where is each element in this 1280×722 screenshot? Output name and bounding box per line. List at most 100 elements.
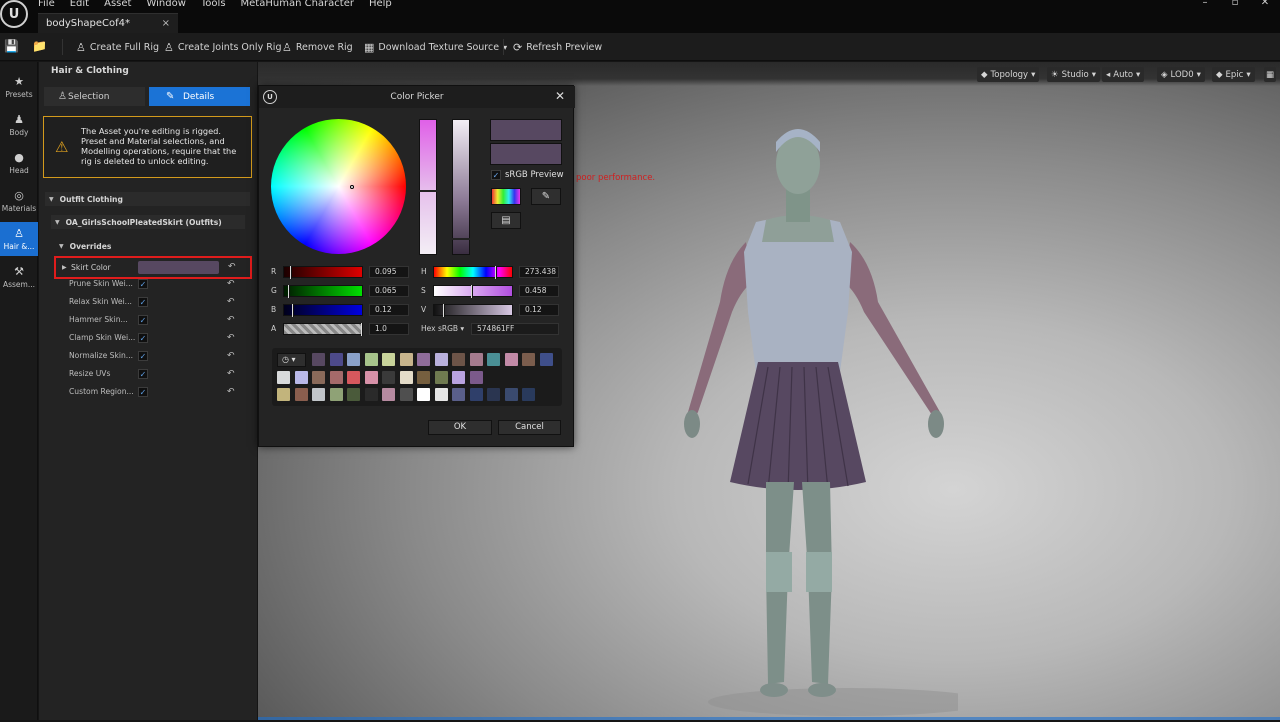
- create-full-rig-button[interactable]: ♙ Create Full Rig: [76, 39, 159, 55]
- color-swatch[interactable]: [364, 353, 378, 366]
- color-swatch[interactable]: [329, 353, 343, 366]
- reset-icon[interactable]: ↶: [227, 351, 235, 361]
- color-swatch[interactable]: [504, 353, 518, 366]
- slider-handle[interactable]: [290, 266, 292, 279]
- create-joints-only-rig-button[interactable]: ♙ Create Joints Only Rig: [164, 39, 281, 55]
- color-swatch[interactable]: [347, 388, 360, 401]
- value-slider[interactable]: [452, 119, 470, 255]
- menu-metahuman-character[interactable]: MetaHuman Character: [241, 0, 361, 9]
- viewport-options-icon[interactable]: ▦: [1264, 67, 1276, 82]
- hammer-checkbox[interactable]: ✓: [138, 314, 148, 325]
- reset-icon[interactable]: ↶: [227, 369, 235, 379]
- sidebar-item-hair-clothing[interactable]: ♙ Hair &...: [0, 222, 38, 256]
- document-tab[interactable]: bodyShapeCof4* ×: [38, 13, 178, 33]
- color-swatch[interactable]: [539, 353, 553, 366]
- color-swatch[interactable]: [487, 388, 500, 401]
- color-swatch[interactable]: [452, 370, 465, 384]
- prune-checkbox[interactable]: ✓: [138, 278, 148, 289]
- menu-tools[interactable]: Tools: [201, 0, 233, 9]
- slider-handle[interactable]: [443, 304, 445, 317]
- browse-asset-icon[interactable]: 📁: [32, 39, 47, 53]
- color-swatch[interactable]: [434, 370, 448, 384]
- srgb-checkbox[interactable]: ✓: [491, 170, 501, 180]
- color-swatch[interactable]: [382, 388, 395, 401]
- resize-uvs-checkbox[interactable]: ✓: [138, 368, 148, 379]
- saturation-bar[interactable]: [433, 285, 513, 298]
- color-themes-button[interactable]: [491, 188, 521, 205]
- color-swatch[interactable]: [399, 370, 413, 384]
- reset-icon[interactable]: ↶: [227, 297, 235, 307]
- quality-dropdown[interactable]: ◆ Epic ▾: [1212, 67, 1255, 82]
- slider-handle[interactable]: [452, 238, 470, 240]
- palette-icon[interactable]: ▤: [491, 212, 521, 229]
- red-value-input[interactable]: 0.095: [369, 266, 409, 278]
- color-swatch[interactable]: [469, 370, 483, 384]
- outfit-item-header[interactable]: ▼ OA_GirlsSchoolPleatedSkirt (Outfits): [51, 215, 245, 229]
- color-swatch[interactable]: [399, 353, 413, 366]
- menu-window[interactable]: Window: [146, 0, 192, 9]
- reset-icon[interactable]: ↶: [227, 333, 235, 343]
- color-swatch[interactable]: [434, 388, 448, 401]
- studio-dropdown[interactable]: ☀ Studio ▾: [1047, 67, 1100, 82]
- alpha-value-input[interactable]: 1.0: [369, 323, 409, 335]
- color-swatch[interactable]: [417, 370, 430, 384]
- slider-handle[interactable]: [495, 266, 497, 279]
- color-swatch[interactable]: [329, 388, 343, 401]
- hex-mode-dropdown[interactable]: Hex sRGB ▾: [421, 324, 464, 333]
- color-swatch[interactable]: [382, 370, 395, 384]
- sidebar-item-body[interactable]: ♟ Body: [0, 108, 38, 142]
- color-swatch[interactable]: [469, 353, 483, 366]
- menu-help[interactable]: Help: [369, 0, 399, 9]
- blue-value-input[interactable]: 0.12: [369, 304, 409, 316]
- alpha-slider[interactable]: [283, 323, 363, 336]
- reset-icon[interactable]: ↶: [227, 315, 235, 325]
- color-wheel[interactable]: [271, 119, 406, 254]
- color-swatch[interactable]: [522, 353, 535, 366]
- hue-value-input[interactable]: 273.438: [519, 266, 559, 278]
- menu-asset[interactable]: Asset: [104, 0, 138, 9]
- topology-dropdown[interactable]: ◆ Topology ▾: [977, 67, 1040, 82]
- value-bar[interactable]: [433, 304, 513, 317]
- color-swatch[interactable]: [452, 353, 465, 366]
- close-window-button[interactable]: ✕: [1250, 0, 1280, 8]
- slider-handle[interactable]: [292, 304, 294, 317]
- color-swatch[interactable]: [382, 353, 395, 366]
- color-swatch[interactable]: [294, 388, 308, 401]
- blue-slider[interactable]: [283, 304, 363, 317]
- color-swatch[interactable]: [277, 388, 290, 401]
- cancel-button[interactable]: Cancel: [498, 420, 561, 435]
- skirt-color-swatch[interactable]: [138, 261, 219, 274]
- download-texture-source-button[interactable]: ▦ Download Texture Source ▾: [364, 39, 507, 55]
- color-swatch[interactable]: [312, 353, 325, 366]
- sidebar-item-head[interactable]: ● Head: [0, 146, 38, 180]
- color-swatch[interactable]: [504, 388, 518, 401]
- color-swatch[interactable]: [347, 353, 360, 366]
- color-swatch[interactable]: [417, 388, 430, 401]
- reset-icon[interactable]: ↶: [228, 262, 236, 272]
- color-swatch[interactable]: [452, 388, 465, 401]
- srgb-preview-toggle[interactable]: ✓ sRGB Preview: [491, 170, 564, 180]
- color-swatch[interactable]: [277, 370, 290, 384]
- remove-rig-button[interactable]: ♙ Remove Rig: [282, 39, 353, 55]
- auto-dropdown[interactable]: ◂ Auto ▾: [1102, 67, 1145, 82]
- custom-region-checkbox[interactable]: ✓: [138, 386, 148, 397]
- color-swatch[interactable]: [347, 370, 360, 384]
- color-swatch[interactable]: [329, 370, 343, 384]
- color-swatch[interactable]: [469, 388, 483, 401]
- refresh-preview-button[interactable]: ⟳ Refresh Preview: [513, 39, 602, 55]
- color-swatch[interactable]: [417, 353, 430, 366]
- color-swatch[interactable]: [399, 388, 413, 401]
- saturation-value-input[interactable]: 0.458: [519, 285, 559, 297]
- color-swatch[interactable]: [294, 370, 308, 384]
- color-swatch[interactable]: [434, 353, 448, 366]
- expand-arrow-icon[interactable]: ▶: [62, 264, 67, 271]
- color-swatch[interactable]: [522, 388, 535, 401]
- color-swatch[interactable]: [487, 353, 500, 366]
- slider-handle[interactable]: [419, 190, 437, 192]
- maximize-button[interactable]: ▫: [1220, 0, 1250, 8]
- metahuman-character[interactable]: [628, 112, 958, 722]
- reset-icon[interactable]: ↶: [227, 387, 235, 397]
- color-wheel-marker[interactable]: [350, 185, 354, 189]
- menu-edit[interactable]: Edit: [70, 0, 96, 9]
- slider-handle[interactable]: [361, 323, 363, 336]
